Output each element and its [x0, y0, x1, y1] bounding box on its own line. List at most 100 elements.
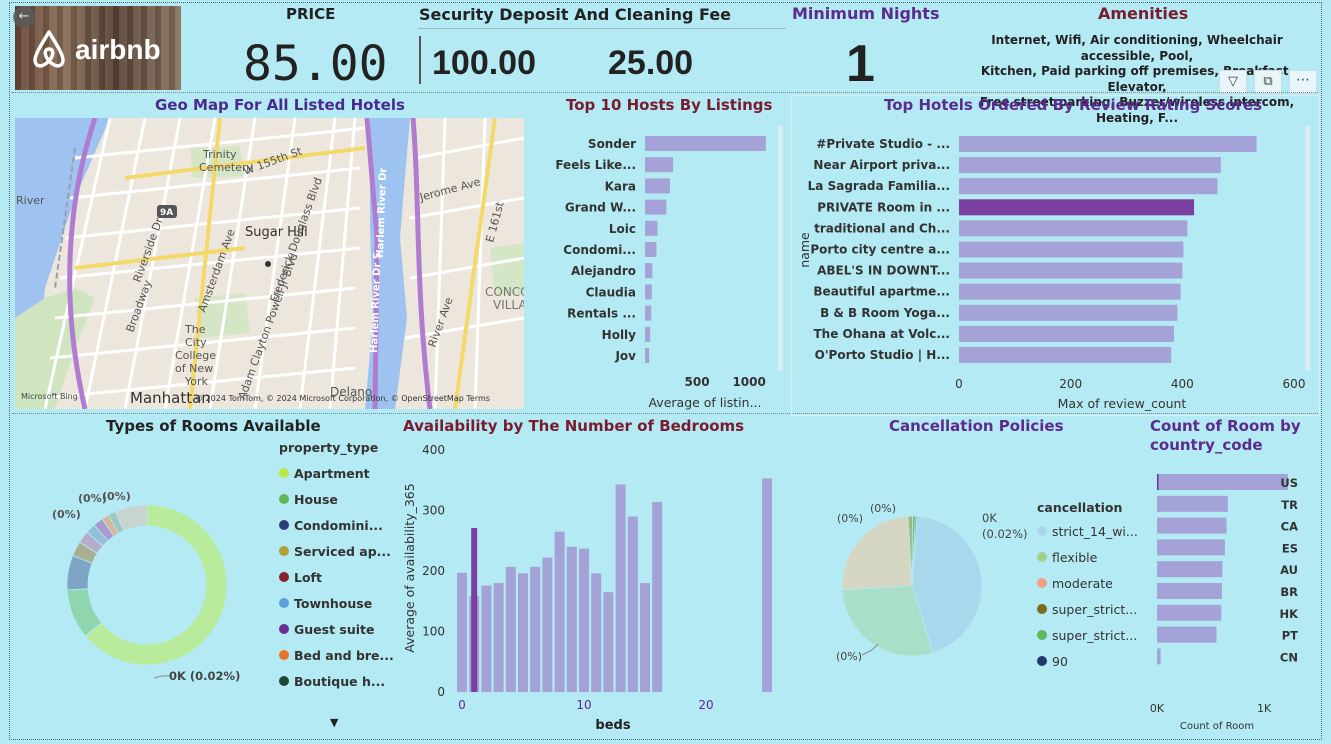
highlight-bar — [1157, 474, 1159, 490]
x-tick-label: 10 — [576, 698, 591, 712]
cancellation-title-text: Cancellation Policies — [889, 417, 1064, 435]
legend-marker — [279, 468, 289, 478]
bar — [566, 546, 577, 692]
room-types-legend: property_type Apartment House Condomini...… — [279, 440, 394, 694]
legend-item[interactable]: Condomini... — [279, 512, 394, 538]
bar — [645, 220, 658, 236]
scroll-down-icon[interactable]: ▼ — [330, 716, 338, 729]
svg-text:Riverside Dr: Riverside Dr — [131, 216, 166, 284]
more-options-icon[interactable]: ⋯ — [1289, 70, 1317, 94]
room-types-donut[interactable]: (0%)(0%)(0%)0K (0.02%) — [40, 480, 240, 700]
y-tick-label: TR — [1281, 498, 1298, 512]
bar — [530, 566, 541, 692]
y-tick-label: Claudia — [586, 285, 636, 299]
legend-item[interactable]: flexible — [1037, 544, 1147, 570]
y-tick-label: PRIVATE Room in ... — [817, 200, 950, 214]
top-hotels-title-text: Top Hotels Ordered By Review Rating Scor… — [884, 96, 1263, 114]
bar — [481, 585, 492, 692]
bar — [652, 502, 663, 692]
legend-item[interactable]: Bed and bre... — [279, 642, 394, 668]
bar — [959, 136, 1257, 152]
legend-item[interactable]: Loft — [279, 564, 394, 590]
legend-item[interactable]: Serviced ap... — [279, 538, 394, 564]
back-icon[interactable]: ← — [13, 6, 35, 28]
y-tick-label: Sonder — [588, 137, 636, 151]
y-tick-label: 0 — [437, 685, 445, 699]
data-label: 0K — [982, 511, 997, 525]
legend-marker — [279, 624, 289, 634]
y-tick-label: Kara — [605, 179, 636, 193]
legend-marker — [279, 494, 289, 504]
cancellation-legend: cancellation strict_14_wi... flexible mode… — [1037, 500, 1147, 674]
availability-chart[interactable]: 0 100 200 300 400 0 10 20 beds Average of availab… — [398, 438, 788, 738]
x-tick-label: 1000 — [732, 375, 765, 389]
bar — [1157, 539, 1225, 556]
bar — [1157, 626, 1217, 643]
cancellation-pie[interactable]: (0%) (0%) 0K (0.02%) (0%) — [800, 480, 1040, 690]
bar — [645, 157, 674, 173]
y-tick-label: Holly — [602, 328, 637, 342]
y-tick-label: Feels Like... — [555, 158, 636, 172]
svg-text:Broadway: Broadway — [124, 278, 155, 334]
legend-item[interactable]: strict_14_wi... — [1037, 518, 1147, 544]
legend-marker — [1037, 630, 1047, 640]
pie-slice — [841, 515, 913, 591]
bar — [579, 548, 589, 692]
bar — [762, 478, 772, 692]
bar — [1157, 583, 1222, 599]
bar — [1157, 474, 1288, 490]
bar — [645, 178, 670, 194]
legend-label: Condomini... — [294, 517, 383, 533]
legend-label: Apartment — [294, 465, 370, 481]
legend-label: strict_14_wi... — [1052, 523, 1138, 539]
bar — [645, 199, 667, 215]
legend-marker — [279, 598, 289, 608]
svg-text:River Ave: River Ave — [426, 295, 456, 349]
y-tick-label: ES — [1282, 541, 1298, 555]
legend-marker — [1037, 656, 1047, 666]
legend-item[interactable]: Boutique h... — [279, 668, 394, 694]
y-tick-label: Grand W... — [565, 201, 636, 215]
legend-item[interactable]: Townhouse — [279, 590, 394, 616]
bar — [645, 284, 652, 300]
bar — [591, 573, 602, 692]
x-tick-label: 1K — [1257, 702, 1272, 715]
bar — [645, 305, 652, 321]
legend-item[interactable]: 90 — [1037, 648, 1147, 674]
y-tick-label: Jov — [614, 349, 636, 363]
top-hotels-chart[interactable]: #Private Studio - ... Near Airport priva.… — [792, 118, 1318, 413]
svg-text:VILLA: VILLA — [493, 298, 524, 312]
bar — [959, 325, 1174, 342]
focus-mode-icon[interactable]: ⧉ — [1254, 70, 1282, 94]
svg-text:CONCOU: CONCOU — [485, 285, 524, 299]
geo-map[interactable]: River Trinity Cemetery W 155th St Sugar H… — [15, 118, 524, 409]
min-nights-value: 1 — [846, 35, 875, 93]
country-chart[interactable]: US TR CA ES AU BR HK PT CN 0K 1KCount of Room — [1140, 466, 1320, 736]
filter-icon[interactable]: ▽ — [1219, 70, 1247, 94]
y-tick-label: B & B Room Yoga... — [820, 306, 950, 320]
y-tick-label: The Ohana at Volc... — [814, 327, 951, 341]
bar — [959, 283, 1181, 300]
x-tick-label: 200 — [1059, 377, 1082, 391]
room-types-title-text: Types of Rooms Available — [106, 417, 321, 435]
legend-item[interactable]: super_strict... — [1037, 622, 1147, 648]
bar — [959, 178, 1218, 195]
y-tick-label: Condomi... — [563, 243, 636, 257]
y-tick-label: 200 — [422, 564, 445, 578]
y-tick-label: ABEL'S IN DOWNT... — [817, 264, 950, 278]
legend-item[interactable]: Apartment — [279, 460, 394, 486]
legend-item[interactable]: Guest suite — [279, 616, 394, 642]
svg-text:York: York — [184, 375, 209, 388]
legend-label: Serviced ap... — [294, 543, 391, 559]
legend-item[interactable]: super_strict... — [1037, 596, 1147, 622]
data-label: (0%) — [52, 508, 81, 521]
divider — [418, 28, 786, 29]
bar — [959, 199, 1195, 216]
top-hosts-chart[interactable]: Sonder Feels Like... Kara Grand W... Loic Con… — [545, 118, 790, 410]
legend-item[interactable]: House — [279, 486, 394, 512]
x-tick-label: 600 — [1283, 377, 1306, 391]
bar — [1157, 604, 1222, 621]
legend-title: cancellation — [1037, 500, 1123, 515]
legend-item[interactable]: moderate — [1037, 570, 1147, 596]
y-tick-label: US — [1280, 476, 1298, 490]
